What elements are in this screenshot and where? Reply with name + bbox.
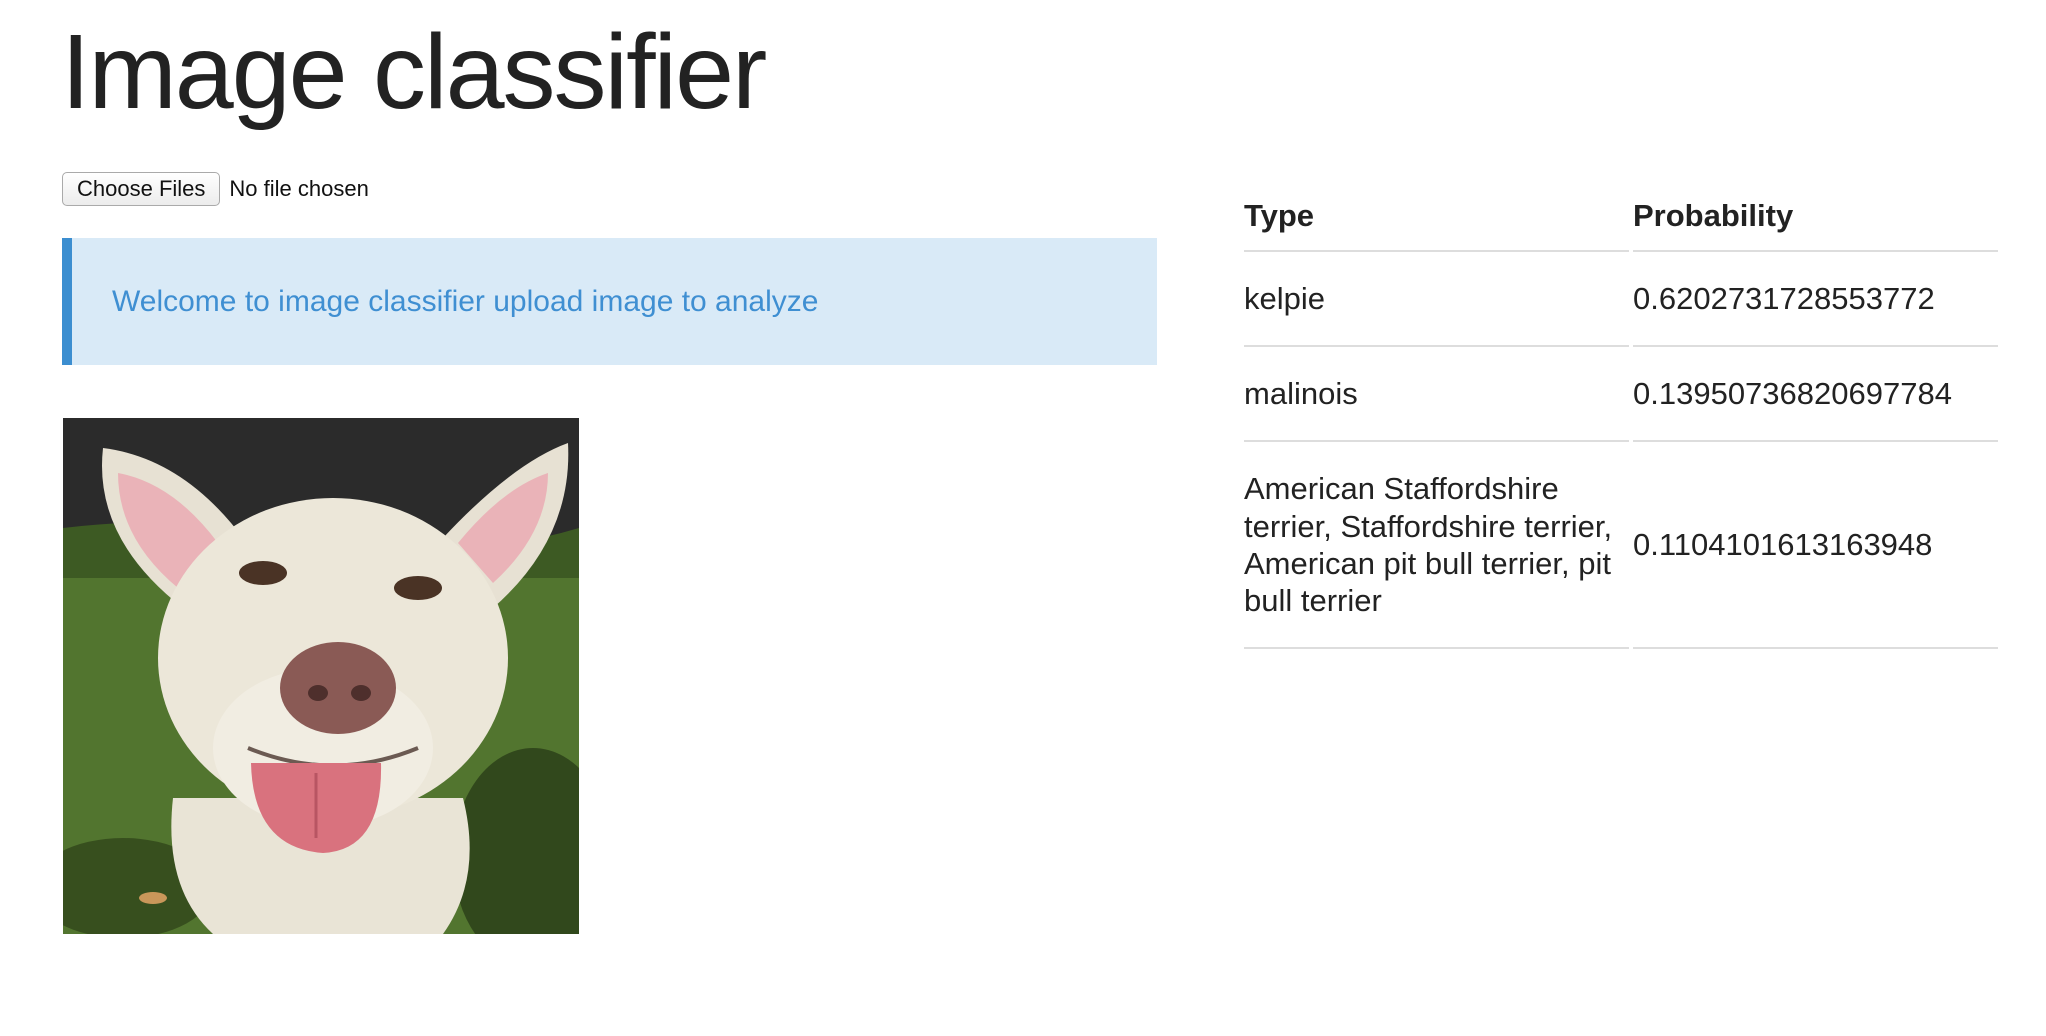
choose-files-button[interactable]: Choose Files xyxy=(62,172,221,206)
type-label: kelpie xyxy=(1244,281,1325,316)
file-status-label: No file chosen xyxy=(229,176,369,201)
results-table: Type Probability kelpie 0.62027317285537… xyxy=(1240,188,2002,650)
type-label: American Staffordshire terrier, Stafford… xyxy=(1244,471,1613,618)
column-header-type: Type xyxy=(1244,188,1629,252)
type-cell: American Staffordshire terrier, Stafford… xyxy=(1244,442,1629,650)
type-cell: kelpie xyxy=(1244,252,1629,348)
probability-cell: 0.6202731728553772 xyxy=(1633,252,1998,348)
table-row: kelpie 0.6202731728553772 xyxy=(1244,252,1998,348)
type-label: malinois xyxy=(1244,376,1358,412)
info-alert: Welcome to image classifier upload image… xyxy=(62,238,1157,365)
uploaded-dog-image xyxy=(63,418,579,934)
alert-message: Welcome to image classifier upload image… xyxy=(112,284,819,318)
type-cell: malinois xyxy=(1244,347,1629,443)
column-header-probability: Probability xyxy=(1633,188,1998,252)
page-title: Image classifier xyxy=(61,13,767,131)
probability-cell: 0.13950736820697784 xyxy=(1633,347,1998,443)
file-upload: Choose Files No file chosen xyxy=(62,172,369,206)
table-header-row: Type Probability xyxy=(1244,188,1998,252)
table-row: malinois 0.13950736820697784 xyxy=(1244,347,1998,443)
table-row: American Staffordshire terrier, Stafford… xyxy=(1244,442,1998,650)
probability-cell: 0.1104101613163948 xyxy=(1633,442,1998,650)
